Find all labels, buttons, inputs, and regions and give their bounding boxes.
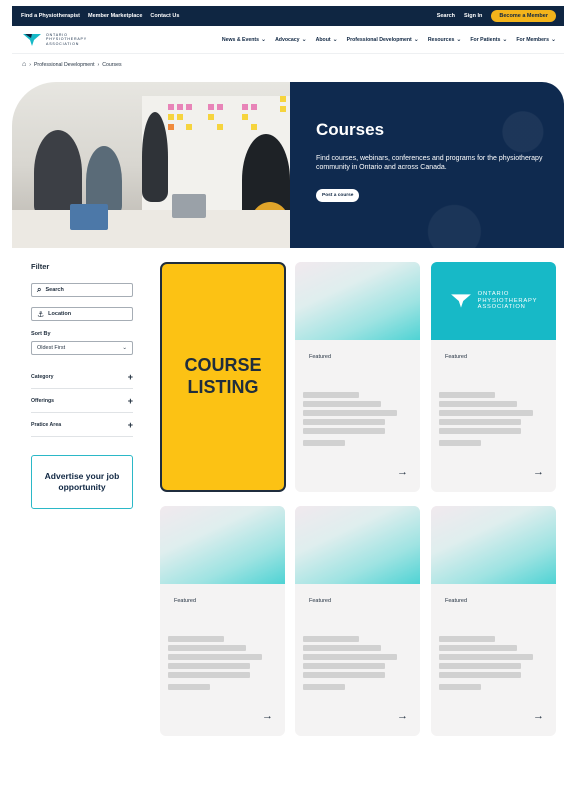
hero-description: Find courses, webinars, conferences and … bbox=[316, 155, 543, 172]
plus-icon: + bbox=[127, 395, 133, 406]
card-thumbnail bbox=[431, 506, 556, 584]
nav-about[interactable]: About ⌄ bbox=[316, 36, 338, 44]
nav-news-events[interactable]: News & Events ⌄ bbox=[222, 36, 267, 44]
card-thumbnail: ONTARIO PHYSIOTHERAPY ASSOCIATION bbox=[431, 262, 556, 340]
chevron-down-icon: ⌄ bbox=[122, 345, 127, 351]
chevron-down-icon: ⌄ bbox=[550, 37, 556, 43]
sign-in-link[interactable]: Sign In bbox=[464, 13, 482, 19]
featured-badge: Featured bbox=[174, 598, 197, 604]
arrow-right-icon[interactable]: → bbox=[533, 466, 544, 478]
breadcrumb: ⌂ › Professional Development › Courses bbox=[22, 61, 122, 68]
card-thumbnail bbox=[295, 506, 420, 584]
member-marketplace-link[interactable]: Member Marketplace bbox=[88, 13, 142, 19]
featured-badge: Featured bbox=[309, 598, 332, 604]
plus-icon: + bbox=[127, 371, 133, 382]
chevron-down-icon: ⌄ bbox=[456, 37, 462, 43]
hero-photo bbox=[12, 82, 292, 248]
plus-icon: + bbox=[127, 419, 133, 430]
hero-panel: Courses Find courses, webinars, conferen… bbox=[290, 82, 564, 248]
card-thumbnail bbox=[295, 262, 420, 340]
breadcrumb-courses: Courses bbox=[102, 61, 122, 68]
nav-for-members[interactable]: For Members ⌄ bbox=[516, 36, 556, 44]
location-icon: ⚓ bbox=[37, 309, 45, 319]
card-placeholder-text bbox=[439, 392, 556, 446]
logo-text: ONTARIO PHYSIOTHERAPY ASSOCIATION bbox=[46, 33, 87, 46]
chevron-down-icon: ⌄ bbox=[261, 37, 267, 43]
card-thumbnail bbox=[160, 506, 285, 584]
card-placeholder-text bbox=[303, 392, 420, 446]
card-placeholder-text bbox=[303, 636, 420, 690]
become-member-button[interactable]: Become a Member bbox=[491, 10, 556, 22]
course-listing-block: COURSE LISTING bbox=[160, 262, 286, 492]
arrow-right-icon[interactable]: → bbox=[397, 466, 408, 478]
arrow-right-icon[interactable]: → bbox=[397, 710, 408, 722]
card-placeholder-text bbox=[168, 636, 285, 690]
chevron-down-icon: ⌄ bbox=[332, 37, 338, 43]
course-card[interactable]: ONTARIO PHYSIOTHERAPY ASSOCIATION Featur… bbox=[431, 262, 556, 492]
search-icon: ⌕ bbox=[37, 285, 42, 294]
nav-advocacy[interactable]: Advocacy ⌄ bbox=[275, 36, 307, 44]
opa-logo-icon bbox=[450, 294, 471, 308]
course-card[interactable]: Featured → bbox=[295, 506, 420, 736]
nav-resources[interactable]: Resources ⌄ bbox=[428, 36, 462, 44]
filter-title: Filter bbox=[31, 262, 50, 271]
search-input[interactable]: ⌕ Search bbox=[31, 283, 133, 297]
course-card[interactable]: Featured → bbox=[160, 506, 285, 736]
opa-logo-icon bbox=[23, 33, 41, 46]
card-placeholder-text bbox=[439, 636, 556, 690]
chevron-down-icon: ⌄ bbox=[502, 37, 508, 43]
arrow-right-icon[interactable]: → bbox=[533, 710, 544, 722]
hero-banner: Courses Find courses, webinars, conferen… bbox=[12, 82, 564, 248]
chevron-right-icon: › bbox=[97, 61, 100, 68]
chevron-down-icon: ⌄ bbox=[413, 37, 419, 43]
course-card[interactable]: Featured → bbox=[431, 506, 556, 736]
chevron-down-icon: ⌄ bbox=[301, 37, 307, 43]
utility-bar: Find a Physiotherapist Member Marketplac… bbox=[12, 6, 564, 26]
find-physio-link[interactable]: Find a Physiotherapist bbox=[21, 13, 80, 19]
filter-sidebar: Filter ⌕ Search ⚓ Location Sort By Oldes… bbox=[31, 262, 133, 509]
main-nav: ONTARIO PHYSIOTHERAPY ASSOCIATION News &… bbox=[12, 26, 564, 54]
nav-for-patients[interactable]: For Patients ⌄ bbox=[470, 36, 508, 44]
card-logo-text: ONTARIO PHYSIOTHERAPY ASSOCIATION bbox=[477, 290, 538, 311]
chevron-right-icon: › bbox=[29, 61, 31, 68]
post-course-button[interactable]: Post a course bbox=[316, 188, 360, 202]
opa-logo[interactable]: ONTARIO PHYSIOTHERAPY ASSOCIATION bbox=[12, 33, 87, 47]
featured-badge: Featured bbox=[445, 354, 468, 360]
accordion-category[interactable]: Category + bbox=[31, 365, 133, 389]
featured-badge: Featured bbox=[309, 354, 332, 360]
arrow-right-icon[interactable]: → bbox=[262, 710, 273, 722]
home-icon[interactable]: ⌂ bbox=[22, 61, 26, 68]
location-input[interactable]: ⚓ Location bbox=[31, 307, 133, 321]
advertise-job-link[interactable]: Advertise your job opportunity bbox=[31, 455, 133, 509]
nav-professional-development[interactable]: Professional Development ⌄ bbox=[347, 36, 419, 44]
breadcrumb-professional-development[interactable]: Professional Development bbox=[34, 62, 95, 68]
sort-select[interactable]: Oldest First ⌄ bbox=[31, 341, 133, 355]
sort-label: Sort By bbox=[31, 331, 51, 337]
contact-us-link[interactable]: Contact Us bbox=[150, 13, 179, 19]
search-link[interactable]: Search bbox=[437, 13, 455, 19]
accordion-offerings[interactable]: Offerings + bbox=[31, 389, 133, 413]
course-card[interactable]: Featured → bbox=[295, 262, 420, 492]
featured-badge: Featured bbox=[445, 598, 468, 604]
accordion-practice-area[interactable]: Pratice Area + bbox=[31, 413, 133, 437]
page-title: Courses bbox=[316, 120, 385, 139]
